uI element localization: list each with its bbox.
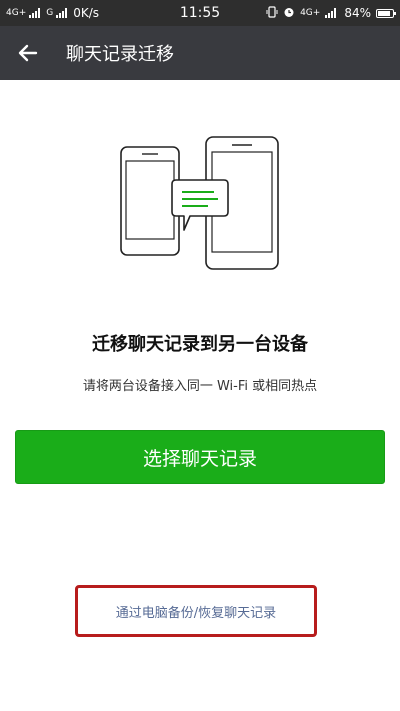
alarm-icon bbox=[283, 6, 295, 21]
status-bar: 4G+ G 0K/s 11:55 4G+ 84% bbox=[0, 0, 400, 26]
pc-backup-restore-link[interactable]: 通过电脑备份/恢复聊天记录 bbox=[116, 602, 276, 621]
network-type-3: 4G+ bbox=[300, 8, 321, 18]
arrow-left-icon bbox=[18, 44, 38, 62]
network-type-2: G bbox=[46, 8, 54, 18]
network-speed: 0K/s bbox=[73, 6, 100, 20]
wifi-instruction: 请将两台设备接入同一 Wi-Fi 或相同热点 bbox=[82, 379, 318, 394]
status-right: 4G+ 84% bbox=[266, 5, 396, 21]
select-chat-history-button[interactable]: 选择聊天记录 bbox=[15, 430, 385, 484]
app-bar: 聊天记录迁移 bbox=[0, 26, 400, 80]
status-left: 4G+ G 0K/s bbox=[6, 6, 156, 20]
back-button[interactable] bbox=[0, 26, 56, 80]
signal-icon bbox=[29, 8, 41, 18]
battery-percent: 84% bbox=[344, 6, 371, 20]
phone-left-icon bbox=[120, 146, 180, 256]
vibrate-icon bbox=[266, 5, 278, 21]
signal-icon bbox=[56, 8, 68, 18]
signal-icon bbox=[325, 8, 337, 18]
battery-icon bbox=[376, 8, 396, 18]
migration-headline: 迁移聊天记录到另一台设备 bbox=[92, 334, 308, 355]
page-title: 聊天记录迁移 bbox=[66, 44, 174, 65]
highlight-annotation: 通过电脑备份/恢复聊天记录 bbox=[75, 585, 317, 637]
network-type-1: 4G+ bbox=[6, 8, 27, 18]
device-migration-illustration bbox=[120, 136, 279, 270]
